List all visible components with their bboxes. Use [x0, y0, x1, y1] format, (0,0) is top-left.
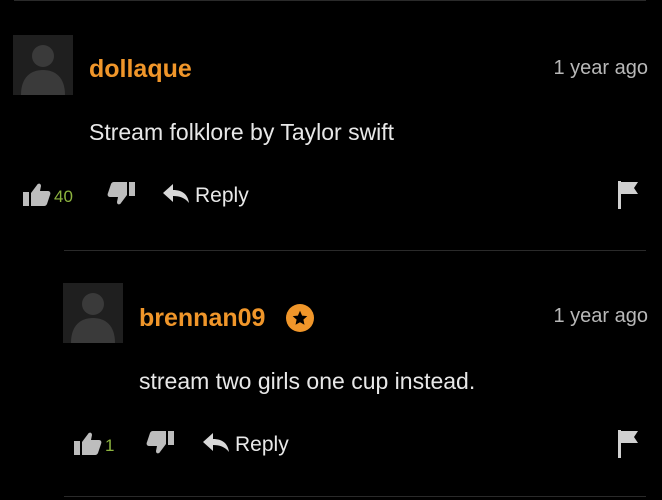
- reply-button[interactable]: Reply: [162, 182, 249, 209]
- flag-icon: [617, 429, 639, 464]
- timestamp: 1 year ago: [553, 305, 648, 327]
- flag-icon: [617, 180, 639, 215]
- thumbs-down-icon: [145, 429, 175, 462]
- flag-button[interactable]: [617, 429, 639, 464]
- reply-arrow-icon: [202, 431, 230, 458]
- thumbs-down-icon: [106, 180, 136, 213]
- like-count: 1: [105, 435, 115, 455]
- reply-label: Reply: [235, 432, 289, 456]
- username[interactable]: brennan09: [139, 304, 265, 332]
- thumbs-up-icon: [73, 429, 103, 462]
- avatar[interactable]: [13, 35, 73, 95]
- bottom-divider: [64, 496, 646, 497]
- dislike-button[interactable]: [145, 429, 175, 462]
- like-button[interactable]: 40: [22, 180, 73, 213]
- comment-text: stream two girls one cup instead.: [139, 368, 476, 394]
- reply-label: Reply: [195, 183, 249, 207]
- top-divider: [14, 0, 646, 1]
- username[interactable]: dollaque: [89, 55, 192, 83]
- dislike-button[interactable]: [106, 180, 136, 213]
- avatar[interactable]: [63, 283, 123, 343]
- reply-button[interactable]: Reply: [202, 431, 289, 458]
- like-count: 40: [54, 186, 73, 206]
- flag-button[interactable]: [617, 180, 639, 215]
- reply-divider: [64, 250, 646, 251]
- thumbs-up-icon: [22, 180, 52, 213]
- reply-arrow-icon: [162, 182, 190, 209]
- timestamp: 1 year ago: [553, 57, 648, 79]
- comment-text: Stream folklore by Taylor swift: [89, 119, 395, 145]
- like-button[interactable]: 1: [73, 429, 114, 462]
- star-badge-icon: [286, 304, 314, 332]
